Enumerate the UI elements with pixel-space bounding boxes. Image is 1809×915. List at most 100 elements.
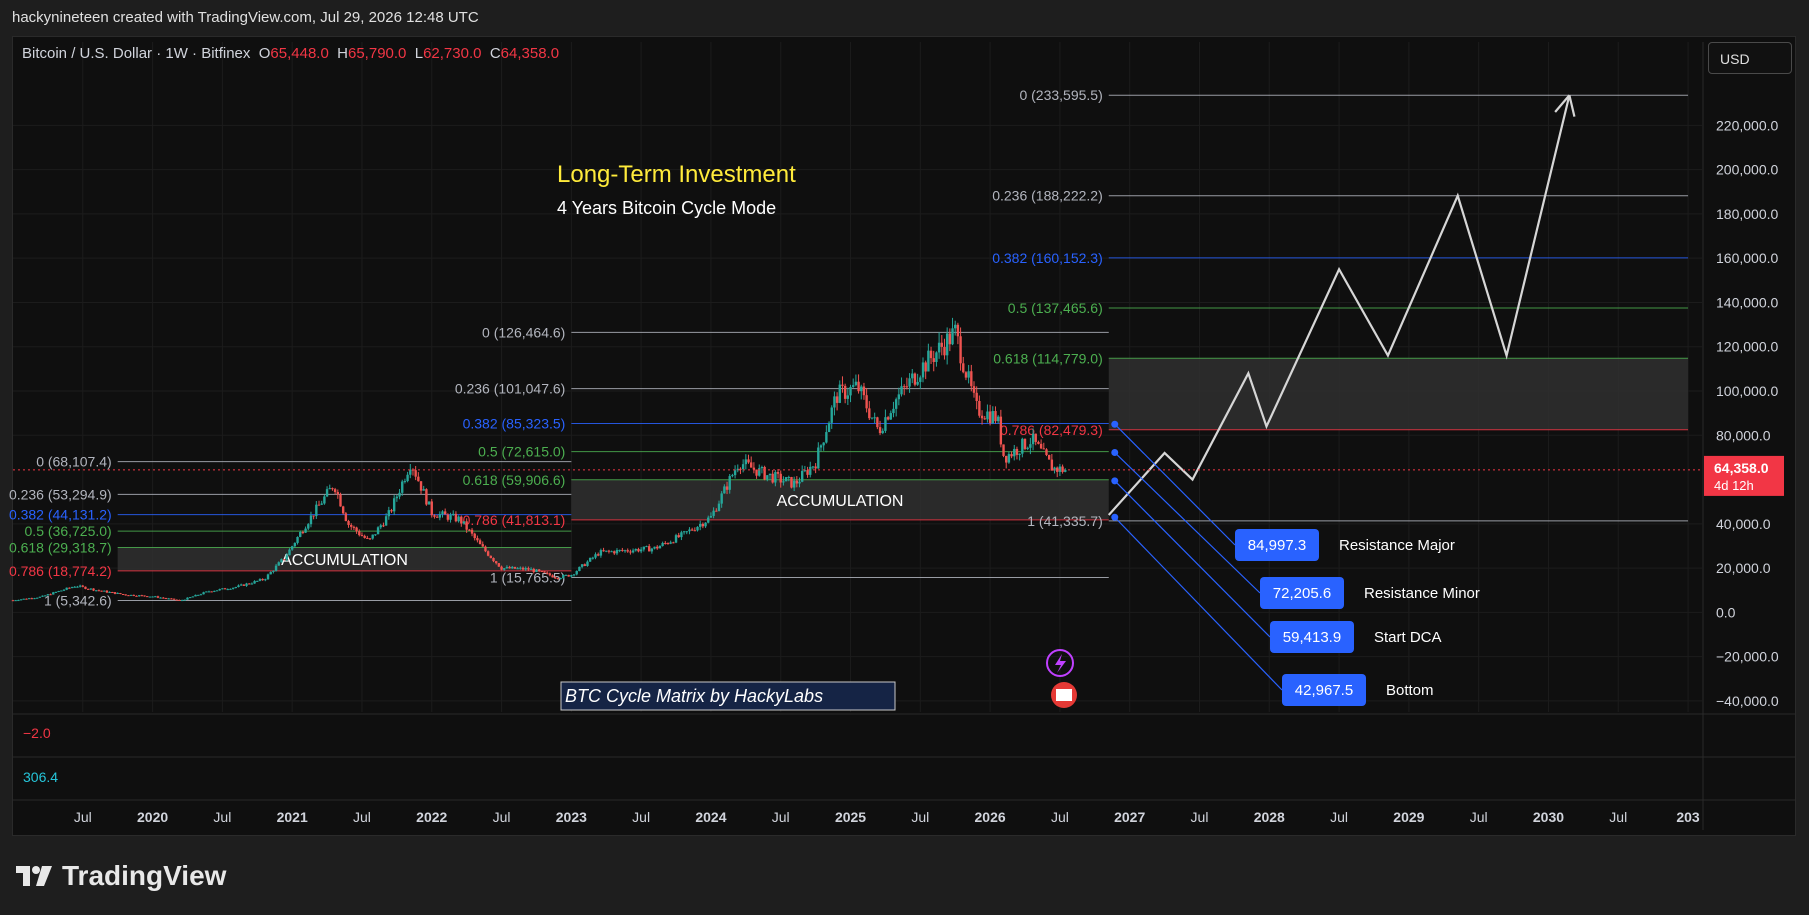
candle-body — [285, 555, 289, 560]
y-tick-label: 160,000.0 — [1716, 250, 1778, 266]
candle-body — [970, 371, 973, 387]
x-tick-label: 203 — [1676, 809, 1700, 825]
x-tick-label: 2027 — [1114, 809, 1145, 825]
candle-body — [124, 594, 127, 596]
candle-body — [336, 492, 340, 495]
candle-body — [656, 546, 659, 549]
candle-body — [548, 573, 552, 576]
candle-body — [591, 557, 595, 559]
candle-body — [272, 570, 275, 572]
candle-body — [860, 386, 863, 392]
candle-body — [615, 550, 619, 554]
candle-body — [537, 569, 541, 572]
target-name: Bottom — [1386, 682, 1434, 699]
candle-body — [462, 521, 466, 524]
candle-body — [948, 333, 952, 345]
candle-body — [1026, 447, 1029, 449]
candle-body — [403, 481, 407, 483]
candle-body — [634, 549, 637, 551]
candle-body — [207, 591, 211, 593]
candle-body — [78, 585, 82, 587]
chart-subtitle: 4 Years Bitcoin Cycle Mode — [557, 198, 776, 218]
candle-body — [497, 563, 501, 567]
candle-body — [84, 586, 87, 589]
candle-body — [835, 396, 839, 403]
x-tick-label: Jul — [1470, 809, 1488, 825]
candle-body — [178, 599, 181, 601]
candle-body — [167, 598, 170, 600]
candle-body — [556, 578, 560, 580]
candle-body — [758, 468, 761, 476]
candle-body — [503, 568, 506, 570]
candle-body — [476, 538, 479, 541]
low-value: 62,730.0 — [423, 45, 482, 62]
candle-body — [709, 515, 713, 518]
candle-body — [317, 504, 321, 506]
candle-body — [951, 328, 954, 345]
candle-body — [983, 418, 986, 420]
candle-body — [929, 350, 933, 359]
candle-body — [430, 501, 433, 516]
candle-body — [868, 408, 871, 419]
candle-body — [897, 394, 901, 400]
candle-body — [586, 561, 589, 566]
candle-body — [363, 535, 366, 538]
candle-body — [494, 561, 498, 564]
candle-body — [199, 594, 203, 596]
candle-body — [838, 384, 841, 403]
fib-label: 0.618 (59,906.6) — [463, 472, 566, 488]
candle-body — [103, 590, 106, 592]
candle-body — [664, 542, 667, 544]
candle-body — [967, 371, 970, 378]
candle-body — [862, 386, 866, 396]
candle-body — [639, 549, 643, 552]
candle-body — [148, 596, 152, 598]
candle-body — [618, 549, 621, 551]
candle-body — [1029, 444, 1032, 448]
candle-body — [73, 586, 76, 588]
candle-body — [121, 593, 125, 595]
candle-body — [1039, 443, 1043, 449]
candle-body — [817, 447, 820, 469]
fib-label: 1 (5,342.6) — [44, 593, 112, 609]
candle-body — [779, 473, 782, 483]
candle-body — [92, 588, 95, 591]
candle-body — [159, 597, 162, 599]
candle-body — [932, 358, 935, 362]
candle-body — [940, 342, 943, 347]
candle-body — [250, 583, 254, 585]
candle-body — [379, 525, 382, 528]
candle-body — [328, 488, 331, 490]
x-tick-label: Jul — [1191, 809, 1209, 825]
x-tick-label: 2023 — [556, 809, 587, 825]
candle-body — [296, 536, 299, 543]
candle-body — [46, 594, 50, 596]
candle-body — [876, 417, 879, 428]
candle-body — [27, 598, 31, 600]
fib-label: 0.786 (82,479.3) — [1000, 422, 1103, 438]
y-tick-label: −20,000.0 — [1716, 649, 1779, 665]
candle-body — [460, 516, 463, 524]
candle-body — [841, 384, 844, 386]
candle-body — [916, 381, 919, 385]
candle-body — [245, 583, 248, 586]
currency-button[interactable]: USD — [1708, 42, 1792, 74]
candle-body — [1037, 441, 1040, 444]
candle-body — [900, 386, 903, 395]
candle-body — [113, 592, 117, 594]
candle-body — [95, 590, 98, 592]
candle-body — [309, 515, 313, 525]
candle-body — [562, 575, 565, 579]
candle-body — [164, 598, 168, 600]
candle-body — [248, 583, 251, 585]
price-chart[interactable]: ACCUMULATION ACCUMULATION 0 (68,107.4) 0.23… — [0, 0, 1809, 915]
candle-body — [865, 395, 868, 409]
candle-body — [978, 400, 981, 416]
candle-body — [371, 534, 374, 539]
candle-body — [881, 430, 884, 434]
high-value: 65,790.0 — [348, 45, 407, 62]
candle-body — [19, 599, 23, 601]
candle-body — [202, 592, 205, 595]
candle-body — [299, 532, 302, 537]
candle-body — [406, 474, 409, 482]
